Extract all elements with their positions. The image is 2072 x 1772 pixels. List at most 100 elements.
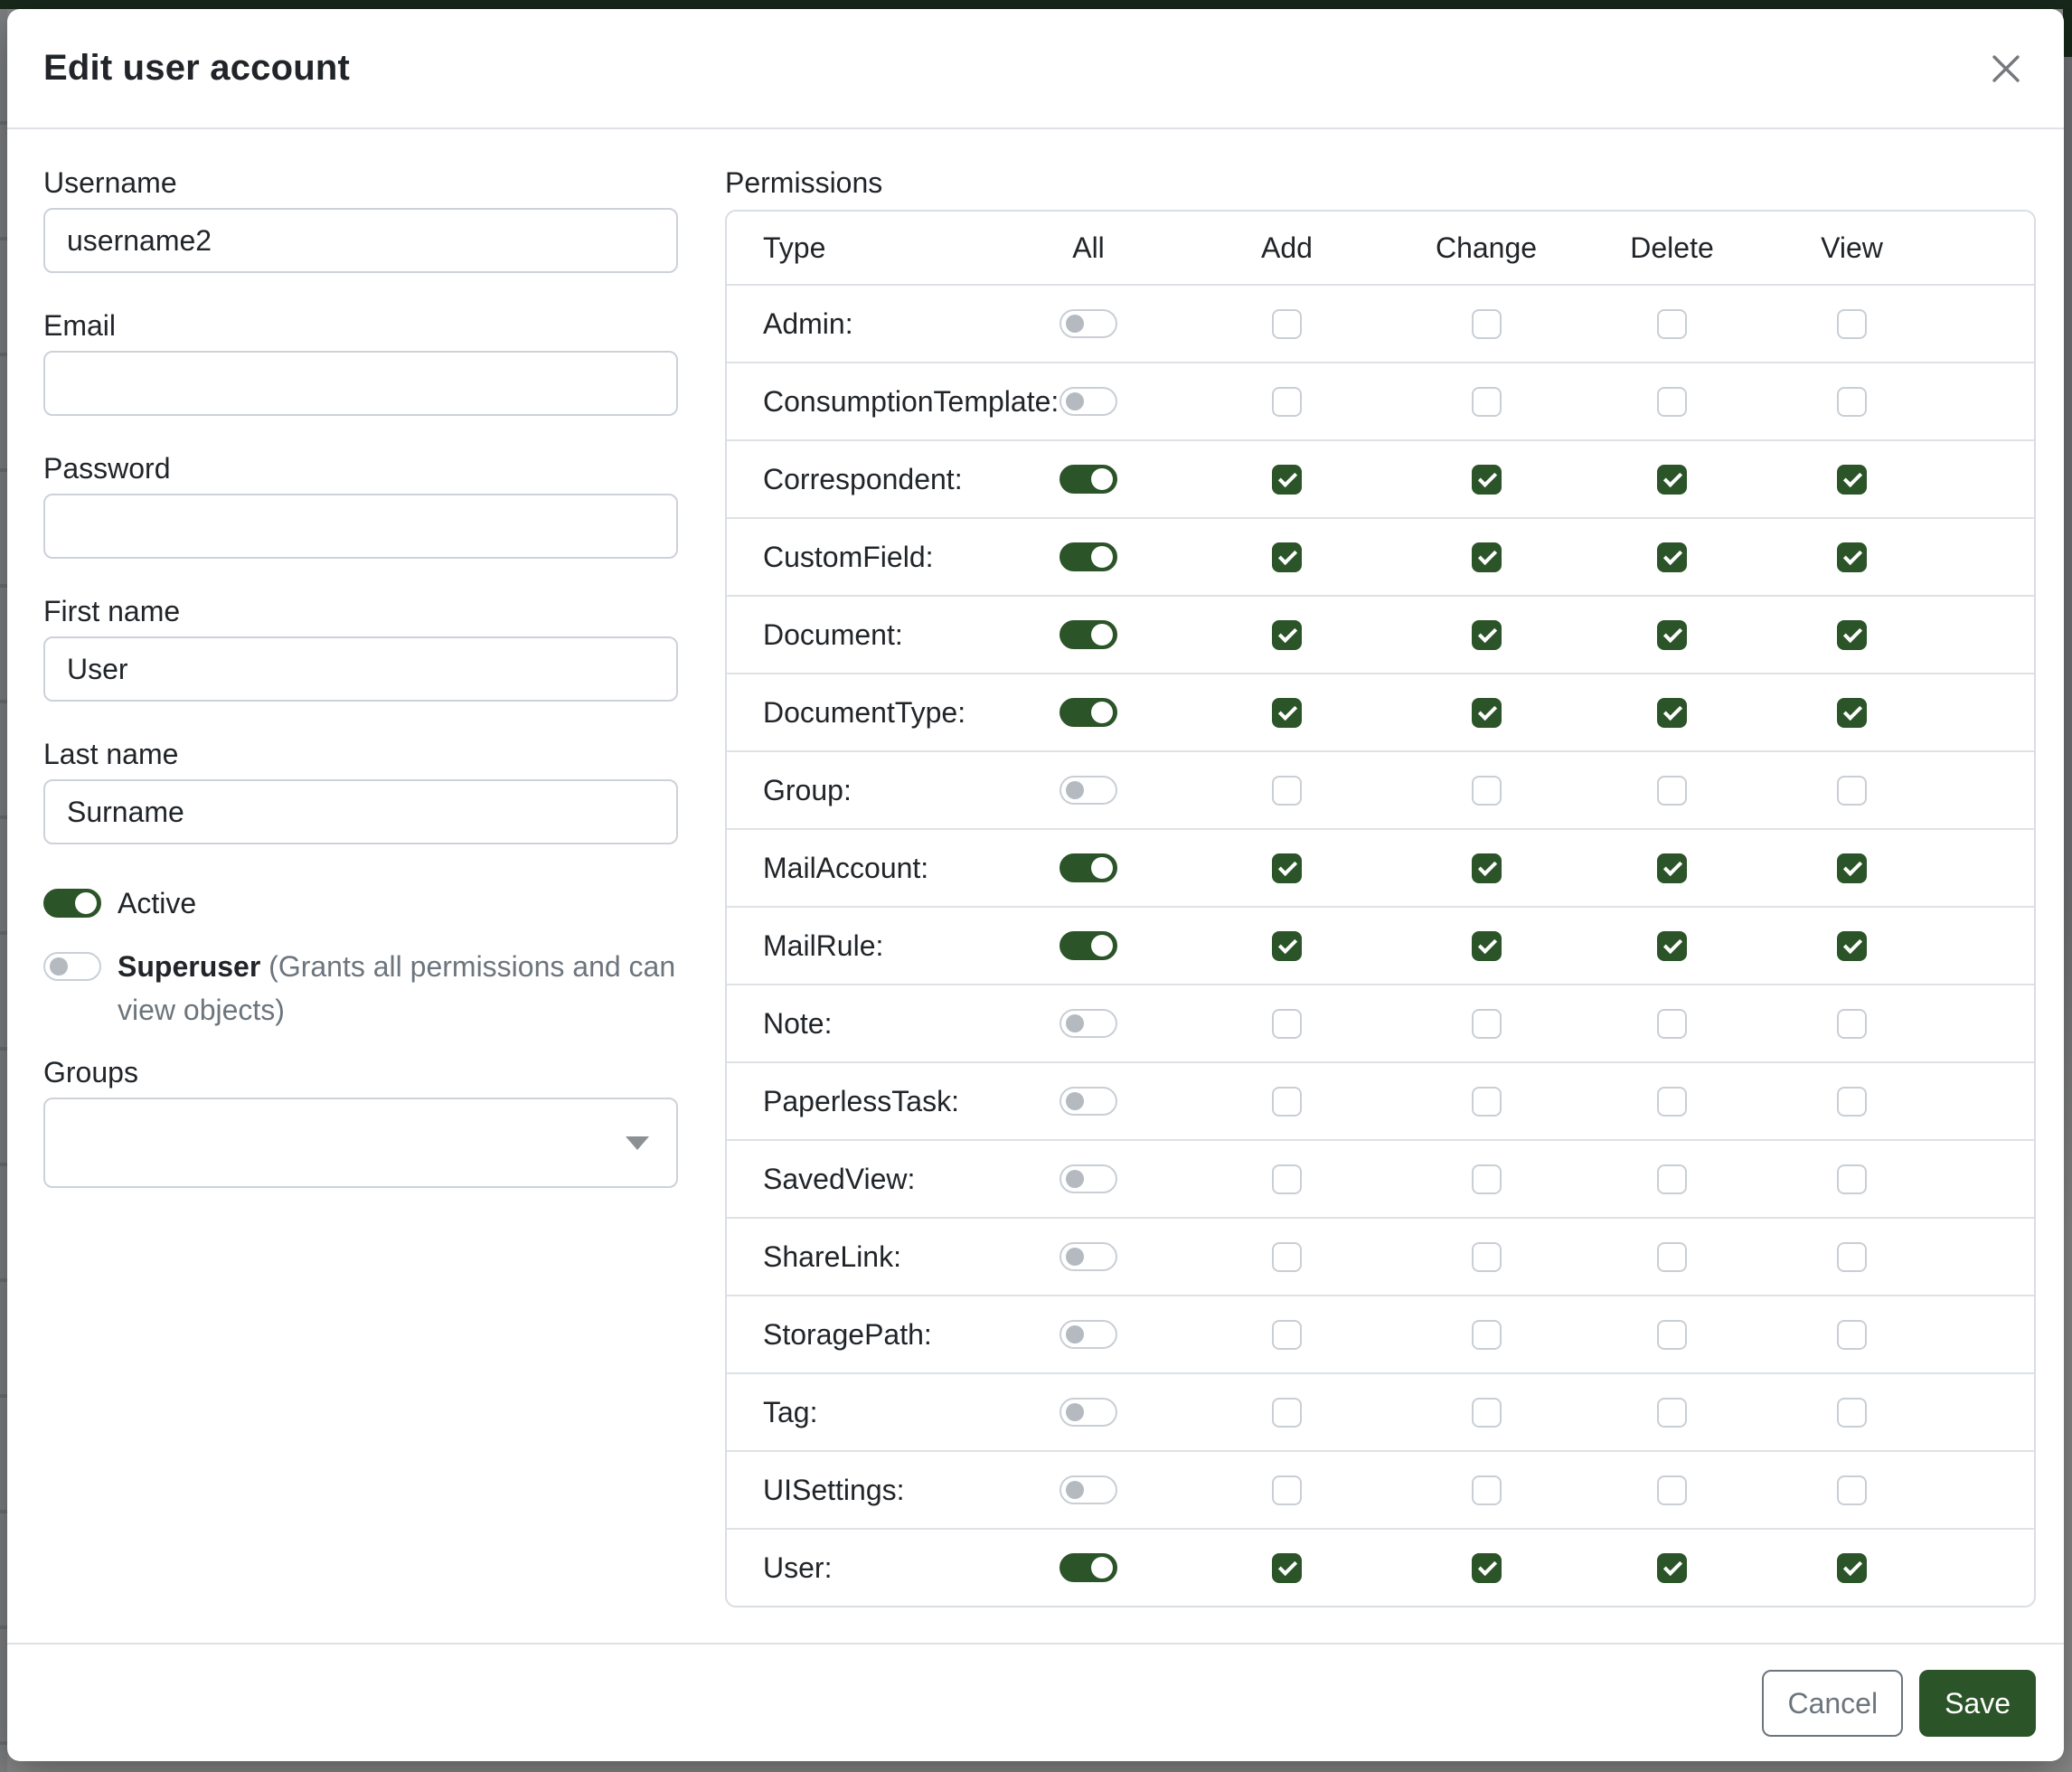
permission-delete-checkbox[interactable] bbox=[1657, 1320, 1687, 1350]
permission-all-toggle[interactable] bbox=[1060, 620, 1117, 649]
permission-add-checkbox[interactable] bbox=[1272, 387, 1302, 417]
permission-change-checkbox[interactable] bbox=[1472, 309, 1502, 339]
permission-all-toggle[interactable] bbox=[1060, 1553, 1117, 1582]
permission-all-toggle[interactable] bbox=[1060, 853, 1117, 882]
permission-view-checkbox[interactable] bbox=[1837, 931, 1867, 961]
permission-delete-checkbox[interactable] bbox=[1657, 1164, 1687, 1194]
password-input[interactable] bbox=[43, 494, 678, 559]
permission-add-checkbox[interactable] bbox=[1272, 931, 1302, 961]
permission-view-checkbox[interactable] bbox=[1837, 465, 1867, 495]
permission-all-toggle[interactable] bbox=[1060, 309, 1117, 338]
permission-view-checkbox[interactable] bbox=[1837, 698, 1867, 728]
permission-view-checkbox[interactable] bbox=[1837, 1320, 1867, 1350]
permission-change-checkbox[interactable] bbox=[1472, 1553, 1502, 1583]
permission-change-checkbox[interactable] bbox=[1472, 1009, 1502, 1039]
permission-view-checkbox[interactable] bbox=[1837, 1475, 1867, 1505]
first-name-input[interactable] bbox=[43, 636, 678, 702]
permission-add-checkbox[interactable] bbox=[1272, 620, 1302, 650]
permission-view-checkbox[interactable] bbox=[1837, 1009, 1867, 1039]
permission-add-checkbox[interactable] bbox=[1272, 1475, 1302, 1505]
permission-change-checkbox[interactable] bbox=[1472, 1320, 1502, 1350]
permission-add-checkbox[interactable] bbox=[1272, 465, 1302, 495]
permission-view-checkbox[interactable] bbox=[1837, 853, 1867, 883]
groups-select[interactable] bbox=[43, 1098, 678, 1188]
permission-change-checkbox[interactable] bbox=[1472, 387, 1502, 417]
permission-all-toggle[interactable] bbox=[1060, 1164, 1117, 1193]
permission-change-checkbox[interactable] bbox=[1472, 1164, 1502, 1194]
permission-all-toggle[interactable] bbox=[1060, 776, 1117, 805]
permission-view-checkbox[interactable] bbox=[1837, 620, 1867, 650]
permission-add-checkbox[interactable] bbox=[1272, 853, 1302, 883]
last-name-input[interactable] bbox=[43, 779, 678, 844]
permission-change-checkbox[interactable] bbox=[1472, 1087, 1502, 1117]
permission-all-toggle[interactable] bbox=[1060, 465, 1117, 494]
form-field-group: Password bbox=[43, 453, 678, 559]
permission-row: Tag: bbox=[727, 1374, 2034, 1452]
permission-all-toggle[interactable] bbox=[1060, 1087, 1117, 1116]
permission-delete-checkbox[interactable] bbox=[1657, 1475, 1687, 1505]
permission-add-checkbox[interactable] bbox=[1272, 1320, 1302, 1350]
permission-change-checkbox[interactable] bbox=[1472, 776, 1502, 806]
permission-delete-checkbox[interactable] bbox=[1657, 1398, 1687, 1428]
permission-add-checkbox[interactable] bbox=[1272, 309, 1302, 339]
permission-add-checkbox[interactable] bbox=[1272, 1553, 1302, 1583]
email-input[interactable] bbox=[43, 351, 678, 416]
permission-change-checkbox[interactable] bbox=[1472, 1398, 1502, 1428]
save-button[interactable]: Save bbox=[1919, 1670, 2036, 1737]
permission-all-toggle[interactable] bbox=[1060, 698, 1117, 727]
permission-view-checkbox[interactable] bbox=[1837, 1553, 1867, 1583]
permission-view-checkbox[interactable] bbox=[1837, 1164, 1867, 1194]
permission-view-checkbox[interactable] bbox=[1837, 1398, 1867, 1428]
permission-delete-checkbox[interactable] bbox=[1657, 1009, 1687, 1039]
permission-add-checkbox[interactable] bbox=[1272, 1242, 1302, 1272]
toggle-knob bbox=[1066, 315, 1084, 333]
permission-all-toggle[interactable] bbox=[1060, 1475, 1117, 1504]
permission-delete-checkbox[interactable] bbox=[1657, 853, 1687, 883]
permission-add-checkbox[interactable] bbox=[1272, 776, 1302, 806]
close-button[interactable] bbox=[1981, 43, 2031, 94]
permission-change-checkbox[interactable] bbox=[1472, 1242, 1502, 1272]
cancel-button[interactable]: Cancel bbox=[1762, 1670, 1903, 1737]
permission-all-toggle[interactable] bbox=[1060, 1398, 1117, 1427]
superuser-toggle[interactable] bbox=[43, 952, 101, 981]
permission-change-checkbox[interactable] bbox=[1472, 698, 1502, 728]
permission-change-checkbox[interactable] bbox=[1472, 931, 1502, 961]
permission-change-checkbox[interactable] bbox=[1472, 853, 1502, 883]
permission-delete-checkbox[interactable] bbox=[1657, 931, 1687, 961]
username-input[interactable] bbox=[43, 208, 678, 273]
permission-delete-checkbox[interactable] bbox=[1657, 776, 1687, 806]
permission-view-checkbox[interactable] bbox=[1837, 387, 1867, 417]
permission-change-checkbox[interactable] bbox=[1472, 620, 1502, 650]
permission-view-checkbox[interactable] bbox=[1837, 542, 1867, 572]
permission-delete-checkbox[interactable] bbox=[1657, 1087, 1687, 1117]
permission-view-checkbox[interactable] bbox=[1837, 1087, 1867, 1117]
permission-add-checkbox[interactable] bbox=[1272, 1164, 1302, 1194]
active-toggle[interactable] bbox=[43, 889, 101, 918]
permission-add-checkbox[interactable] bbox=[1272, 1398, 1302, 1428]
permission-delete-checkbox[interactable] bbox=[1657, 1553, 1687, 1583]
permission-all-toggle[interactable] bbox=[1060, 1242, 1117, 1271]
permission-all-toggle[interactable] bbox=[1060, 387, 1117, 416]
permission-add-checkbox[interactable] bbox=[1272, 1087, 1302, 1117]
permission-all-toggle[interactable] bbox=[1060, 931, 1117, 960]
permission-view-checkbox[interactable] bbox=[1837, 1242, 1867, 1272]
permission-delete-checkbox[interactable] bbox=[1657, 387, 1687, 417]
permission-view-checkbox[interactable] bbox=[1837, 309, 1867, 339]
permission-delete-checkbox[interactable] bbox=[1657, 465, 1687, 495]
permission-delete-checkbox[interactable] bbox=[1657, 620, 1687, 650]
permission-add-checkbox[interactable] bbox=[1272, 542, 1302, 572]
permission-change-checkbox[interactable] bbox=[1472, 465, 1502, 495]
permission-change-checkbox[interactable] bbox=[1472, 542, 1502, 572]
permission-delete-checkbox[interactable] bbox=[1657, 309, 1687, 339]
permission-all-toggle[interactable] bbox=[1060, 1320, 1117, 1349]
permission-delete-checkbox[interactable] bbox=[1657, 1242, 1687, 1272]
permission-delete-checkbox[interactable] bbox=[1657, 542, 1687, 572]
permission-all-toggle[interactable] bbox=[1060, 1009, 1117, 1038]
permission-view-checkbox[interactable] bbox=[1837, 776, 1867, 806]
permission-add-checkbox[interactable] bbox=[1272, 1009, 1302, 1039]
permission-all-toggle[interactable] bbox=[1060, 542, 1117, 571]
permission-change-checkbox[interactable] bbox=[1472, 1475, 1502, 1505]
permission-row: DocumentType: bbox=[727, 674, 2034, 752]
permission-delete-checkbox[interactable] bbox=[1657, 698, 1687, 728]
permission-add-checkbox[interactable] bbox=[1272, 698, 1302, 728]
